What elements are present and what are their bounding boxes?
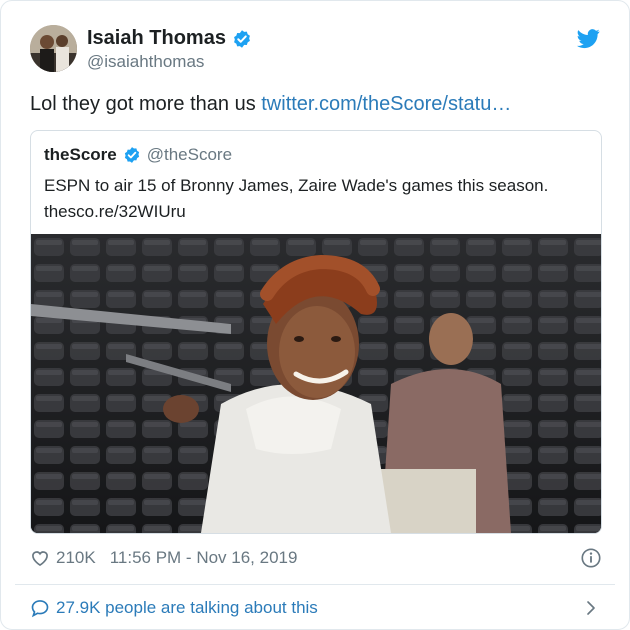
tweet-footer: 210K 11:56 PM - Nov 16, 2019 — [30, 546, 602, 570]
tweet-card: Isaiah Thomas @isaiahthomas Lol they got… — [0, 0, 630, 630]
tweet-link[interactable]: twitter.com/theScore/statu… — [261, 93, 511, 115]
divider — [15, 584, 615, 585]
tweet-body: Lol they got more than us — [30, 93, 262, 115]
avatar[interactable] — [30, 25, 77, 72]
conversation-link[interactable]: 27.9K people are talking about this — [30, 597, 602, 619]
verified-icon — [234, 29, 250, 48]
heart-icon[interactable] — [30, 548, 50, 568]
author-name[interactable]: Isaiah Thomas — [87, 27, 226, 50]
quoted-media-image[interactable] — [31, 234, 601, 533]
reply-bubble-icon — [31, 600, 49, 618]
tweet-text: Lol they got more than us twitter.com/th… — [30, 93, 610, 116]
quoted-text: ESPN to air 15 of Bronny James, Zaire Wa… — [44, 176, 549, 195]
quoted-tweet[interactable]: theScore @theScore ESPN to air 15 of Bro… — [30, 130, 602, 534]
twitter-bird-icon[interactable] — [577, 27, 600, 50]
author-handle[interactable]: @isaiahthomas — [87, 52, 204, 72]
chevron-right-icon[interactable] — [582, 598, 600, 618]
verified-icon — [124, 147, 139, 163]
quoted-author-handle[interactable]: @theScore — [147, 145, 232, 165]
tweet-timestamp[interactable]: 11:56 PM - Nov 16, 2019 — [110, 548, 298, 568]
like-count[interactable]: 210K — [56, 548, 96, 568]
author-name-row[interactable]: Isaiah Thomas — [87, 27, 252, 50]
quoted-header: theScore @theScore — [44, 145, 232, 165]
quoted-link[interactable]: thesco.re/32WIUru — [44, 202, 186, 222]
quoted-author-name[interactable]: theScore — [44, 145, 117, 165]
conversation-count[interactable]: 27.9K people are talking about this — [56, 598, 318, 618]
info-icon[interactable] — [580, 547, 602, 569]
